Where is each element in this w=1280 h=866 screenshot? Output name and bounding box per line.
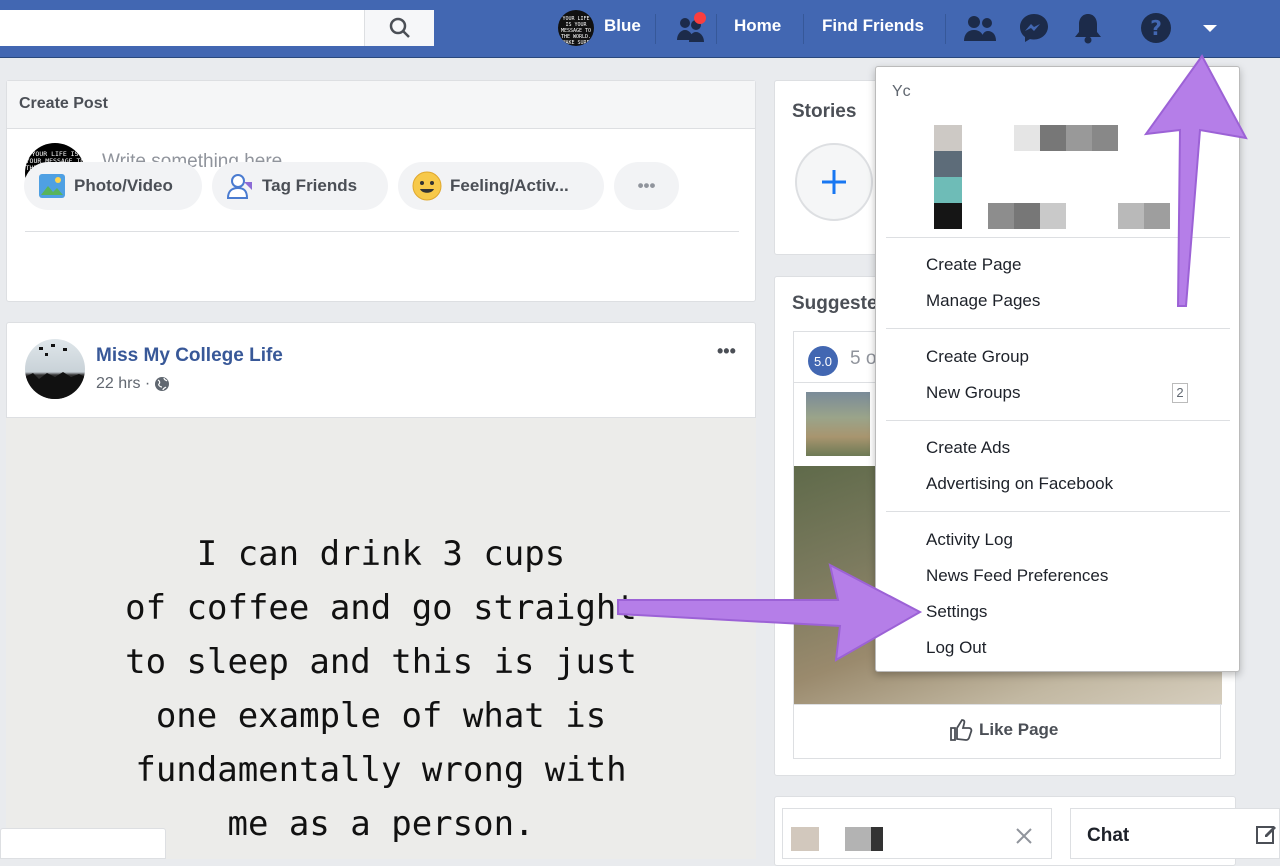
right-arrow-icon [617,563,923,662]
annotation-arrows [617,54,1248,662]
up-arrow-icon [1143,54,1248,307]
